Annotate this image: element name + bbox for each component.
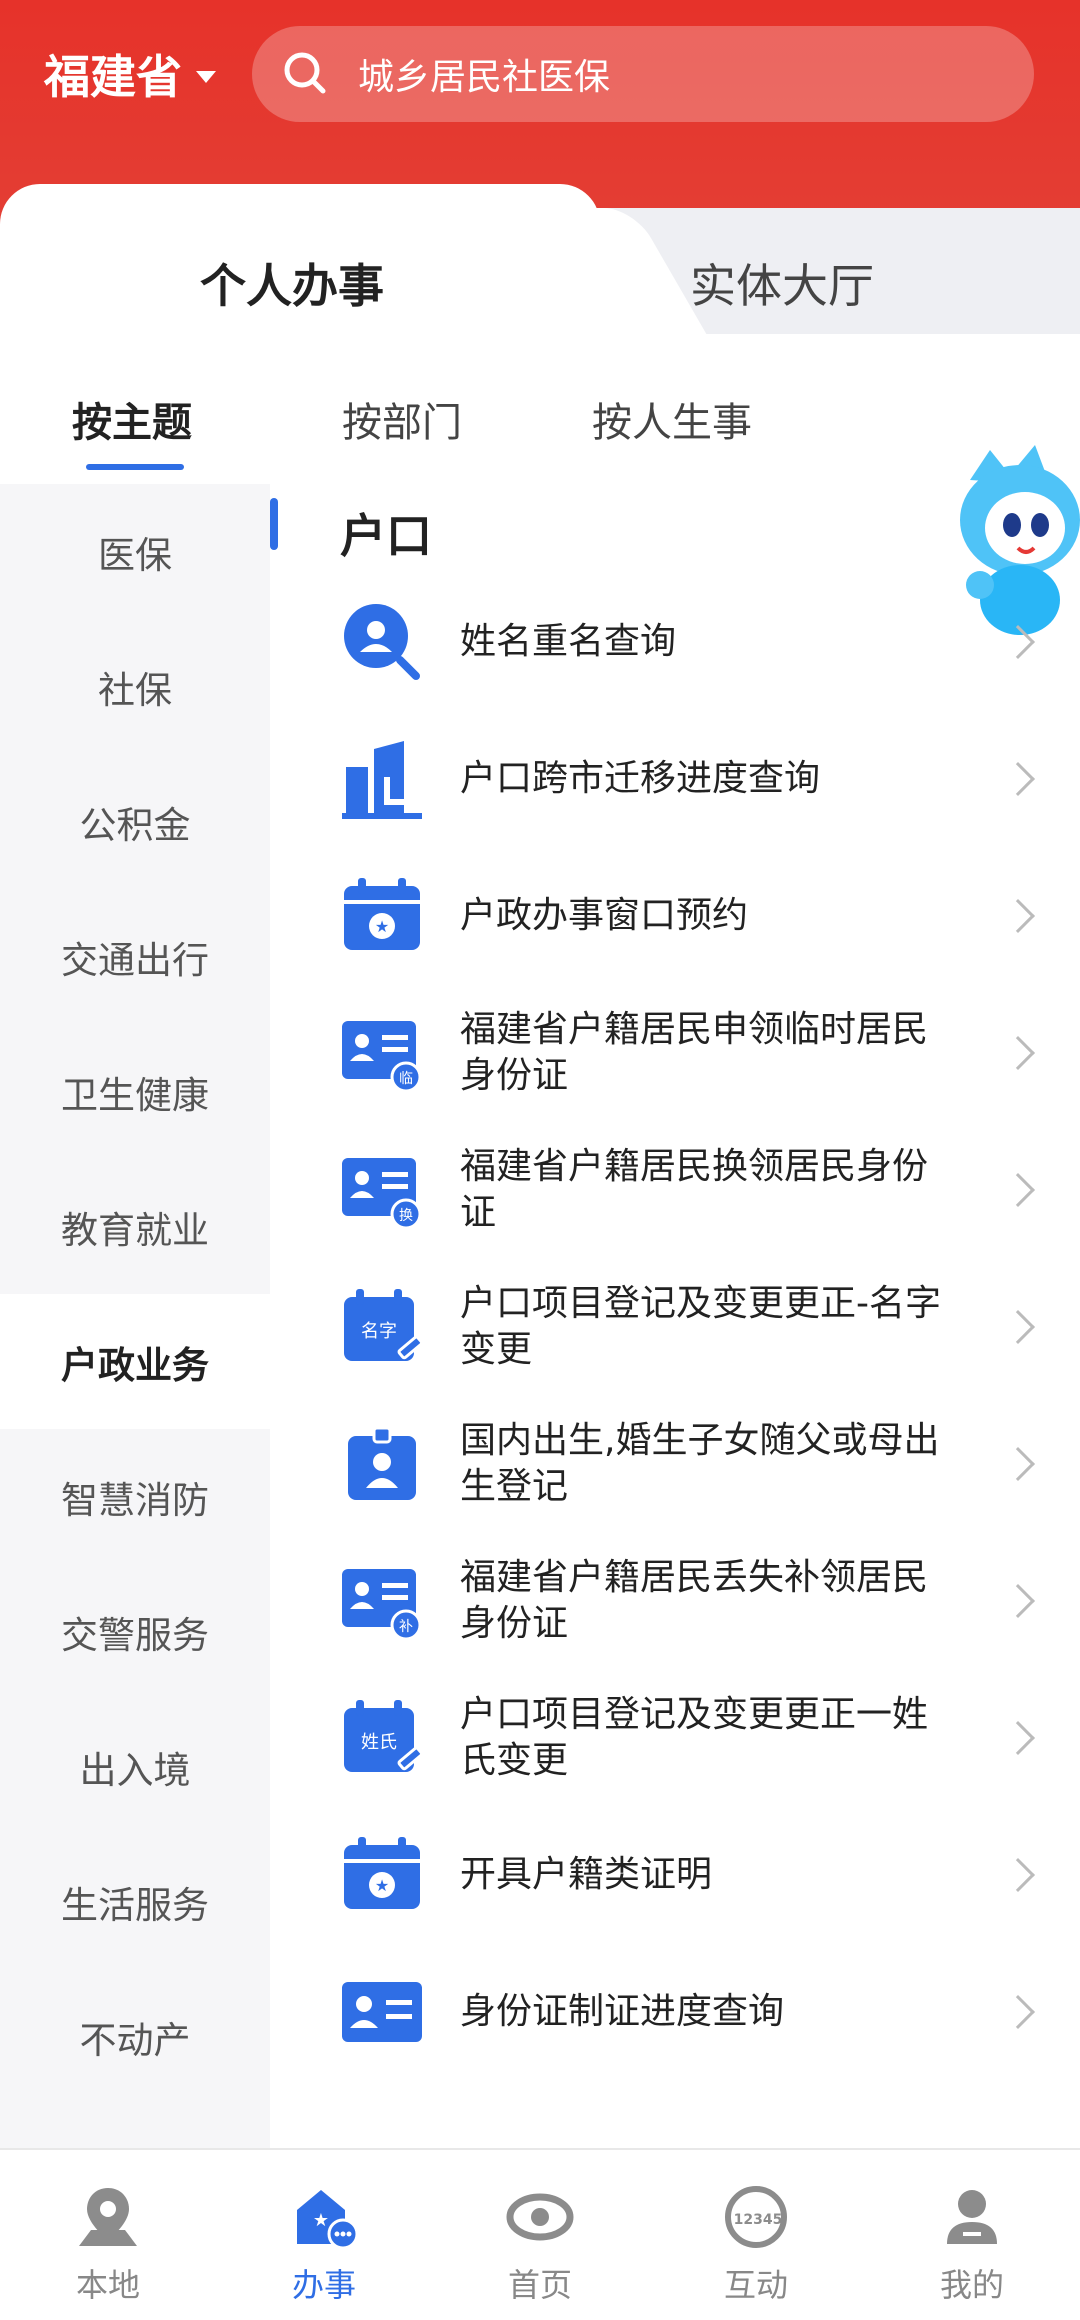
item-label: 姓名重名查询	[460, 620, 677, 662]
id-card-exchange-icon: 换	[342, 1157, 422, 1229]
chevron-right-icon	[1001, 1172, 1035, 1207]
list-item[interactable]: 身份证制证进度查询	[270, 1943, 1080, 2080]
tab-by-department[interactable]: 按部门	[342, 390, 462, 448]
nav-home-label: 首页	[507, 2266, 572, 2304]
service-icon: ★	[297, 2190, 359, 2250]
list-item[interactable]: 补 福建省户籍居民丢失补领居民身份证	[270, 1532, 1080, 1669]
svg-text:姓氏: 姓氏	[361, 1732, 397, 1753]
section-marker	[270, 498, 278, 550]
search-placeholder: 城乡居民社医保	[358, 57, 611, 98]
svg-text:换: 换	[399, 1207, 413, 1224]
svg-text:★: ★	[313, 2210, 329, 2231]
badge-person-icon	[348, 1426, 416, 1500]
name-edit-icon: 名字	[344, 1288, 424, 1361]
list-item[interactable]: 姓氏 户口项目登记及变更更正一姓氏变更	[270, 1669, 1080, 1806]
svg-text:临: 临	[399, 1071, 413, 1087]
item-label: 福建省户籍居民换领居民身份证	[460, 1145, 929, 1233]
item-label: 户政办事窗口预约	[460, 894, 749, 936]
tab-by-topic[interactable]: 按主题	[72, 390, 192, 448]
sidebar-item-immigration[interactable]: 出入境	[0, 1699, 270, 1834]
sidebar-item-life-services[interactable]: 生活服务	[0, 1834, 270, 1969]
sidebar-item-health[interactable]: 卫生健康	[0, 1024, 270, 1159]
nav-local-label: 本地	[75, 2266, 140, 2304]
calendar-star-icon: ★	[344, 1836, 420, 1909]
sidebar-item-fire[interactable]: 智慧消防	[0, 1429, 270, 1564]
item-label: 身份证制证进度查询	[460, 1990, 785, 2032]
chevron-right-icon	[1001, 1857, 1035, 1892]
svg-text:补: 补	[399, 1619, 413, 1635]
search-person-icon	[344, 603, 420, 680]
category-sidebar: 医保 社保 公积金 交通出行 卫生健康 教育就业 户政业务 智慧消防 交警服务 …	[0, 484, 270, 2148]
location-icon	[79, 2188, 137, 2246]
nav-local[interactable]: 本地	[0, 2150, 216, 2320]
chevron-right-icon	[1001, 898, 1035, 933]
item-label: 福建省户籍居民申领临时居民身份证	[460, 1008, 929, 1096]
svg-text:★: ★	[375, 917, 389, 936]
item-label: 户口项目登记及变更更正-名字变更	[460, 1282, 941, 1370]
nav-service[interactable]: ★ 办事	[216, 2150, 432, 2320]
tab-by-life-event[interactable]: 按人生事	[592, 390, 752, 448]
sidebar-item-transport[interactable]: 交通出行	[0, 889, 270, 1024]
sidebar-item-real-estate[interactable]: 不动产	[0, 1969, 270, 2104]
nav-profile-label: 我的	[939, 2266, 1004, 2304]
id-card-replace-icon: 补	[342, 1568, 422, 1640]
sidebar-item-education[interactable]: 教育就业	[0, 1159, 270, 1294]
sub-tabs: 按主题 按部门 按人生事	[0, 370, 1080, 480]
search-icon	[284, 52, 326, 94]
chevron-right-icon	[1001, 1583, 1035, 1618]
hotline-12345-icon: 12345	[725, 2186, 787, 2248]
list-item[interactable]: 临 福建省户籍居民申领临时居民身份证	[270, 984, 1080, 1121]
item-label: 国内出生,婚生子女随父或母出生登记	[460, 1419, 940, 1507]
sidebar-item-household[interactable]: 户政业务	[0, 1294, 270, 1429]
item-label: 户口跨市迁移进度查询	[460, 757, 821, 799]
sidebar-item-medical-insurance[interactable]: 医保	[0, 484, 270, 619]
home-eye-icon	[506, 2193, 574, 2241]
svg-text:12345: 12345	[734, 2212, 783, 2228]
surname-edit-icon: 姓氏	[344, 1699, 424, 1772]
list-item[interactable]: 名字 户口项目登记及变更更正-名字变更	[270, 1258, 1080, 1395]
chevron-right-icon	[1001, 624, 1035, 659]
province-selector[interactable]: 福建省	[44, 44, 216, 104]
list-item[interactable]: 国内出生,婚生子女随父或母出生登记	[270, 1395, 1080, 1532]
bottom-nav: 本地 ★ 办事 首页 12345 互动 我的	[0, 2148, 1080, 2320]
nav-interact-label: 互动	[723, 2266, 788, 2304]
top-tabs: 个人办事 实体大厅	[0, 184, 1080, 334]
item-label: 户口项目登记及变更更正一姓氏变更	[460, 1693, 929, 1781]
nav-home[interactable]: 首页	[432, 2150, 648, 2320]
list-item[interactable]: 换 福建省户籍居民换领居民身份证	[270, 1121, 1080, 1258]
chevron-right-icon	[1001, 1309, 1035, 1344]
item-label: 开具户籍类证明	[460, 1853, 713, 1895]
chevron-down-icon	[196, 71, 216, 83]
list-item[interactable]: ★ 户政办事窗口预约	[270, 847, 1080, 984]
calendar-star-icon: ★	[344, 877, 420, 950]
nav-interact[interactable]: 12345 互动	[648, 2150, 864, 2320]
item-label: 福建省户籍居民丢失补领居民身份证	[460, 1556, 929, 1644]
chevron-right-icon	[1001, 1994, 1035, 2029]
svg-text:名字: 名字	[361, 1321, 397, 1342]
list-item[interactable]: 户口跨市迁移进度查询	[270, 710, 1080, 847]
chevron-right-icon	[1001, 761, 1035, 796]
province-label: 福建省	[44, 50, 182, 104]
tab-physical-hall-label[interactable]: 实体大厅	[690, 250, 874, 316]
section-title: 户口	[340, 509, 432, 563]
active-tab-underline	[86, 464, 184, 470]
id-card-icon	[342, 1981, 422, 2042]
search-bar[interactable]: 城乡居民社医保	[252, 26, 1034, 122]
tab-personal-affairs-label: 个人办事	[200, 259, 384, 313]
list-item[interactable]: ★ 开具户籍类证明	[270, 1806, 1080, 1943]
list-item[interactable]: 姓名重名查询	[270, 573, 1080, 710]
id-card-temp-icon: 临	[342, 1020, 422, 1092]
building-icon	[342, 740, 422, 819]
sidebar-item-housing-fund[interactable]: 公积金	[0, 754, 270, 889]
chevron-right-icon	[1001, 1446, 1035, 1481]
chevron-right-icon	[1001, 1720, 1035, 1755]
nav-profile[interactable]: 我的	[864, 2150, 1080, 2320]
profile-icon	[947, 2190, 997, 2244]
nav-service-label: 办事	[291, 2266, 356, 2304]
svg-text:★: ★	[375, 1876, 389, 1895]
sidebar-item-social-security[interactable]: 社保	[0, 619, 270, 754]
sidebar-item-traffic-police[interactable]: 交警服务	[0, 1564, 270, 1699]
chevron-right-icon	[1001, 1035, 1035, 1070]
